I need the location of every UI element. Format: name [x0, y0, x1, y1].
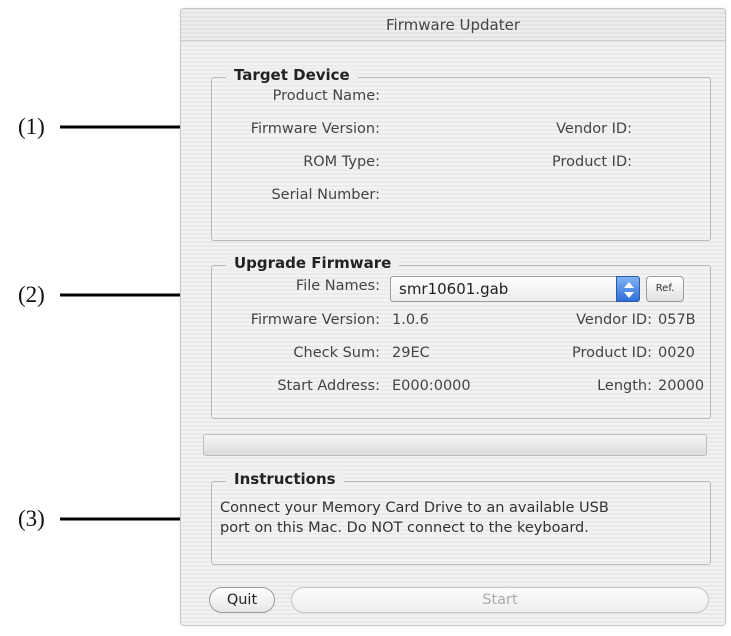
check-sum-value: 29EC	[392, 345, 430, 361]
check-sum-label: Check Sum:	[293, 345, 380, 361]
instructions-text: Connect your Memory Card Drive to an ava…	[220, 498, 702, 538]
product-name-label: Product Name:	[272, 88, 380, 104]
target-device-group: Target Device Product Name: Firmware Ver…	[211, 66, 711, 241]
file-names-select[interactable]: smr10601.gab	[390, 276, 640, 302]
progress-bar	[203, 434, 707, 456]
file-names-value: smr10601.gab	[399, 280, 509, 298]
upgrade-firmware-legend: Upgrade Firmware	[226, 254, 400, 272]
firmware-version-label: Firmware Version:	[250, 121, 380, 137]
instructions-legend: Instructions	[226, 470, 344, 488]
start-address-label: Start Address:	[277, 378, 380, 394]
firmware-version-label: Firmware Version:	[250, 312, 380, 328]
length-label: Length:	[597, 378, 652, 394]
instructions-line-1: Connect your Memory Card Drive to an ava…	[220, 500, 609, 516]
ref-button[interactable]: Ref.	[646, 276, 684, 302]
quit-button[interactable]: Quit	[209, 587, 275, 613]
instructions-group: Instructions Connect your Memory Card Dr…	[211, 470, 711, 565]
upgrade-firmware-group: Upgrade Firmware File Names: smr10601.ga…	[211, 254, 711, 419]
product-id-label: Product ID:	[552, 154, 632, 170]
start-button[interactable]: Start	[291, 587, 709, 613]
vendor-id-value: 057B	[658, 312, 696, 328]
vendor-id-label: Vendor ID:	[556, 121, 632, 137]
start-address-value: E000:0000	[392, 378, 471, 394]
firmware-version-value: 1.0.6	[392, 312, 429, 328]
target-device-legend: Target Device	[226, 66, 358, 84]
window-title: Firmware Updater	[181, 9, 725, 41]
rom-type-label: ROM Type:	[303, 154, 380, 170]
select-arrows-icon	[616, 276, 640, 302]
instructions-line-2: port on this Mac. Do NOT connect to the …	[220, 520, 589, 536]
vendor-id-label: Vendor ID:	[576, 312, 652, 328]
callout-number: (2)	[18, 282, 45, 307]
callout-number: (1)	[18, 114, 45, 139]
firmware-updater-window: Firmware Updater Target Device Product N…	[180, 8, 726, 626]
product-id-label: Product ID:	[572, 345, 652, 361]
callout-number: (3)	[18, 506, 45, 531]
file-names-label: File Names:	[295, 278, 380, 294]
product-id-value: 0020	[658, 345, 695, 361]
length-value: 20000	[658, 378, 705, 394]
serial-number-label: Serial Number:	[271, 187, 380, 203]
